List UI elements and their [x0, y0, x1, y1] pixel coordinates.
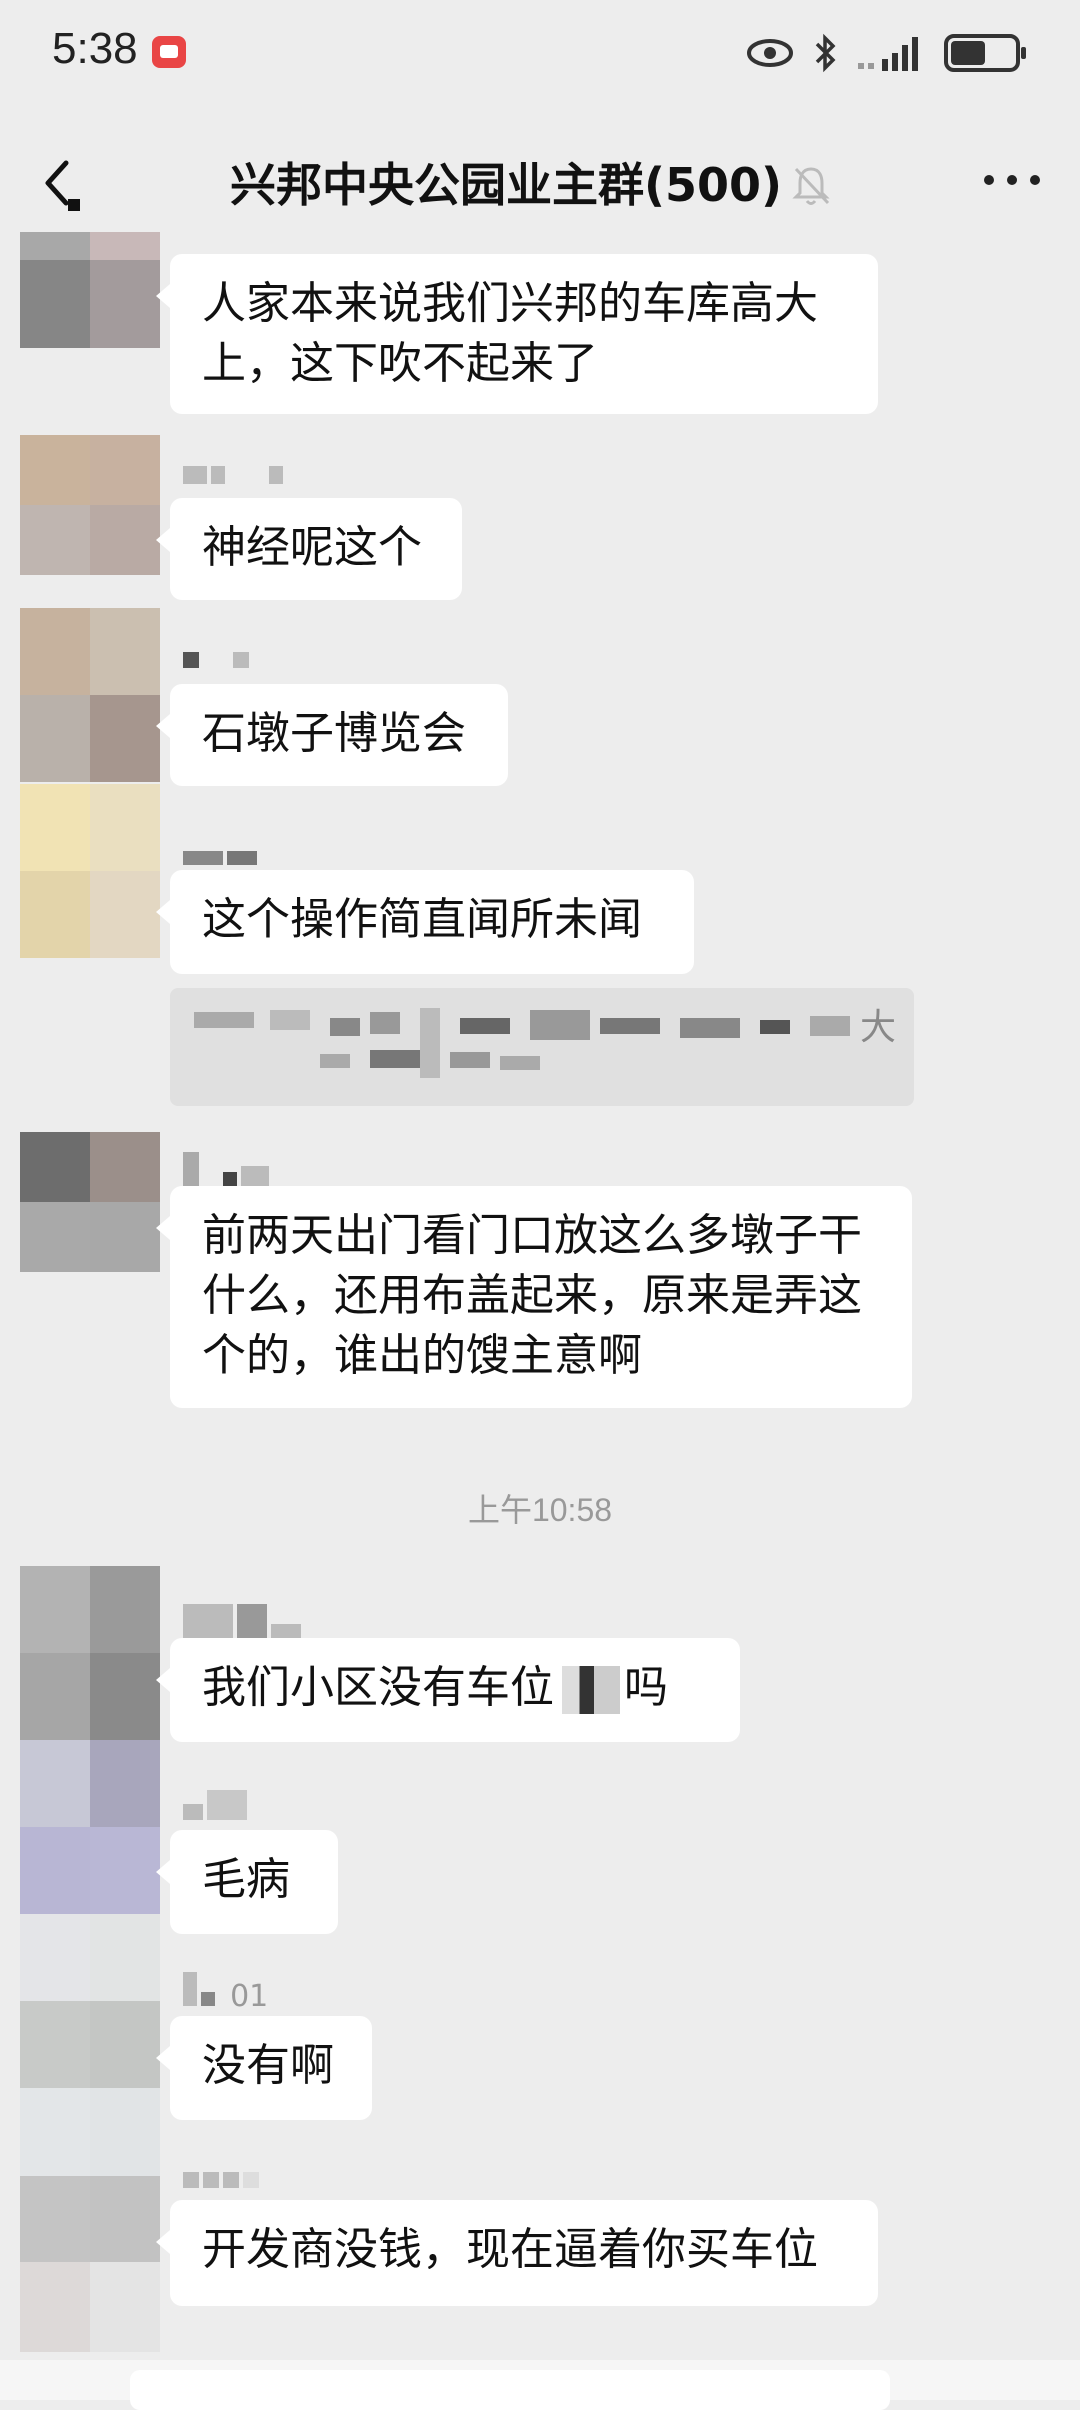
message-bubble[interactable]: 前两天出门看门口放这么多墩子干 什么，还用布盖起来，原来是弄这 个的，谁出的馊主…	[156, 1186, 912, 1408]
battery-icon	[944, 34, 1026, 72]
sender-name-blurred	[183, 2172, 263, 2202]
back-icon[interactable]	[38, 155, 88, 215]
sender-name-fragment: 01	[230, 1979, 269, 2014]
message-bubble[interactable]: 人家本来说我们兴邦的车库高大 上，这下吹不起来了	[156, 254, 878, 414]
chat-header: 兴邦中央公园业主群(500)	[0, 105, 1080, 255]
message-text-line: 这个操作简直闻所未闻	[202, 894, 642, 945]
signal-icon	[858, 37, 918, 71]
message-text-line: 没有啊	[202, 2040, 334, 2091]
message-bubble[interactable]: 没有啊	[156, 2016, 372, 2120]
bluetooth-icon	[815, 33, 836, 73]
avatar[interactable]	[20, 1740, 160, 1914]
message-bubble[interactable]: 这个操作简直闻所未闻	[156, 870, 694, 974]
message-input[interactable]	[130, 2370, 890, 2410]
quoted-message-blurred[interactable]: 大	[170, 988, 914, 1106]
avatar[interactable]	[20, 232, 160, 348]
quoted-text-fragment: 大	[860, 1007, 897, 1048]
avatar[interactable]	[20, 1566, 160, 1740]
message-bubble[interactable]: 毛病	[156, 1830, 338, 1934]
avatar[interactable]	[20, 1914, 160, 2088]
avatar[interactable]	[20, 435, 160, 575]
message-bubble[interactable]: 开发商没钱，现在逼着你买车位	[156, 2200, 878, 2306]
message-text-part: 我们小区没有车位	[202, 1662, 554, 1713]
sender-name-blurred	[183, 1604, 305, 1638]
message-text-line: 什么，还用布盖起来，原来是弄这	[202, 1270, 862, 1321]
more-icon[interactable]	[984, 175, 1040, 189]
message-text-line: 人家本来说我们兴邦的车库高大	[202, 278, 818, 329]
message-text-line: 开发商没钱，现在逼着你买车位	[202, 2224, 818, 2275]
avatar[interactable]	[20, 2088, 160, 2352]
sender-name-blurred	[183, 652, 253, 682]
message-text-line: 个的，谁出的馊主意啊	[202, 1330, 642, 1381]
notification-icon	[152, 36, 186, 68]
avatar[interactable]	[20, 784, 160, 958]
message-text-line: 神经呢这个	[202, 522, 422, 573]
chat-title: 兴邦中央公园业主群(500)	[230, 158, 783, 212]
message-text-line: 石墩子博览会	[202, 708, 466, 759]
message-bubble[interactable]: 我们小区没有车位 吗	[156, 1638, 740, 1742]
sender-name-blurred	[183, 466, 287, 496]
avatar[interactable]	[20, 608, 160, 782]
status-icons	[746, 28, 1026, 78]
message-text-line: 上，这下吹不起来了	[202, 338, 598, 389]
eye-icon	[747, 39, 793, 67]
avatar[interactable]	[20, 1132, 160, 1272]
blurred-word	[562, 1666, 620, 1714]
message-bubble[interactable]: 神经呢这个	[156, 498, 462, 600]
message-bubble[interactable]: 石墩子博览会	[156, 684, 508, 786]
input-bar	[0, 2360, 1080, 2410]
message-text-line: 前两天出门看门口放这么多墩子干	[202, 1210, 862, 1261]
sender-name-blurred	[183, 1790, 251, 1820]
status-time: 5:38	[52, 24, 138, 73]
message-text-part: 吗	[624, 1662, 668, 1713]
message-text-line: 毛病	[202, 1854, 290, 1905]
timestamp: 上午10:58	[467, 1492, 613, 1528]
mute-bell-icon	[792, 167, 830, 205]
sender-name-blurred	[183, 1152, 273, 1186]
sender-name-blurred: 01	[183, 1972, 268, 2014]
status-bar: 5:38	[0, 0, 1080, 105]
